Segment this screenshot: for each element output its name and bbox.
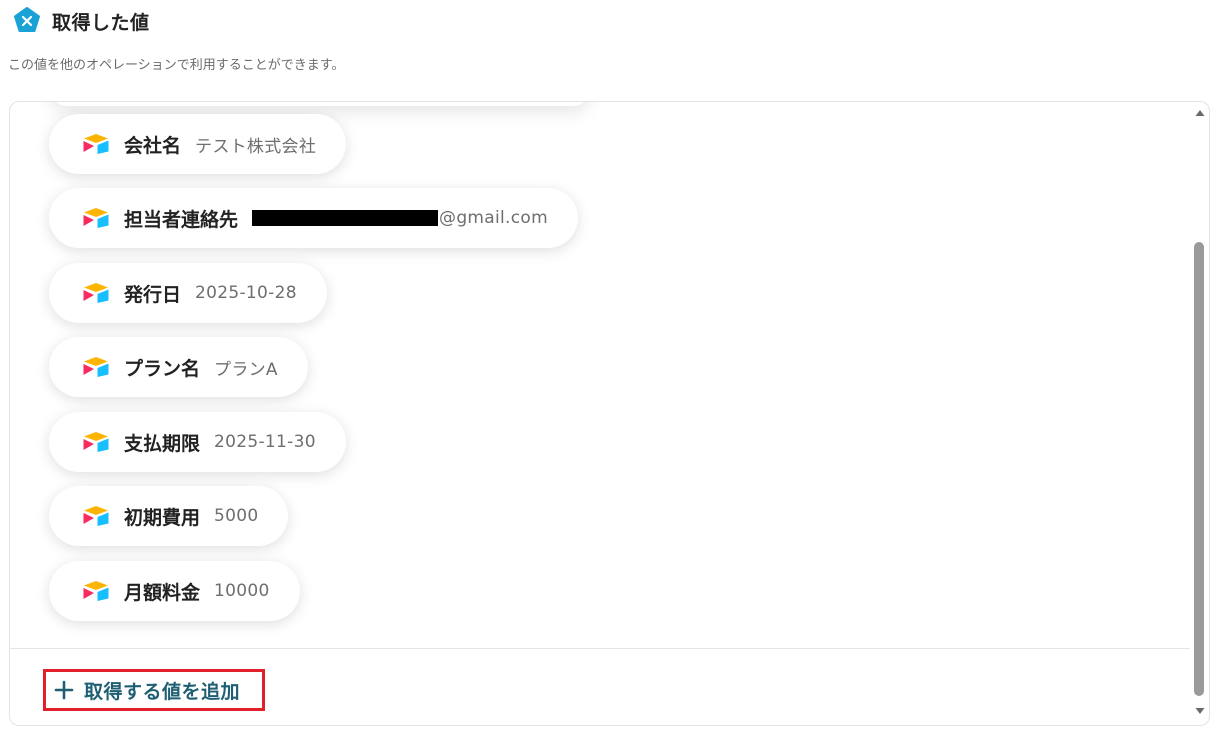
scroll-down-arrow-icon[interactable] [1195,707,1205,715]
section-title: 取得した値 [52,11,150,34]
airtable-icon [83,432,109,452]
field-name: 初期費用 [124,506,201,529]
field-value-email: @gmail.com [252,208,548,228]
redaction-bar [252,210,439,226]
vertical-scrollbar[interactable] [1192,102,1208,725]
airtable-icon [83,283,109,303]
airtable-icon [83,134,109,154]
field-value: テスト株式会社 [195,136,317,157]
field-pill-company-name[interactable]: 会社名 テスト株式会社 [49,114,347,174]
add-value-label: 取得する値を追加 [84,680,241,703]
yoom-logo-icon [14,7,40,32]
field-name: 担当者連絡先 [124,208,239,231]
field-name: プラン名 [124,357,201,380]
airtable-icon [83,581,109,601]
field-pill-initial-cost[interactable]: 初期費用 5000 [49,486,289,546]
field-name: 支払期限 [124,432,201,455]
field-pill-payment-due[interactable]: 支払期限 2025-11-30 [49,412,346,472]
field-value: 2025-10-28 [195,283,297,303]
scrolled-item-shadow [50,102,590,106]
section-header: 取得した値 [12,6,150,36]
add-value-button[interactable]: 取得する値を追加 [43,669,265,711]
section-description: この値を他のオペレーションで利用することができます。 [8,58,345,73]
values-panel: 会社名 テスト株式会社 担当者連絡先 @gmail.com 発行日 2025-1… [9,101,1210,726]
field-pill-plan-name[interactable]: プラン名 プランA [49,337,308,397]
field-name: 発行日 [124,283,182,306]
field-pill-contact-email[interactable]: 担当者連絡先 @gmail.com [49,188,578,248]
divider [10,648,1190,649]
field-value: 5000 [214,506,259,526]
values-list[interactable]: 会社名 テスト株式会社 担当者連絡先 @gmail.com 発行日 2025-1… [10,102,1190,648]
airtable-icon [83,506,109,526]
field-name: 会社名 [124,134,182,157]
scroll-up-arrow-icon[interactable] [1195,109,1205,117]
airtable-icon [83,208,109,228]
plus-icon [54,680,74,700]
field-value: プランA [214,359,278,380]
field-name: 月額料金 [124,581,201,604]
field-value: 10000 [214,581,270,601]
scrollbar-thumb[interactable] [1194,242,1204,696]
field-pill-monthly-fee[interactable]: 月額料金 10000 [49,561,300,621]
field-value: 2025-11-30 [214,432,316,452]
page: 取得した値 この値を他のオペレーションで利用することができます。 会社名 テスト… [0,0,1216,732]
field-pill-issue-date[interactable]: 発行日 2025-10-28 [49,263,327,323]
airtable-icon [83,357,109,377]
email-domain: @gmail.com [439,208,548,228]
